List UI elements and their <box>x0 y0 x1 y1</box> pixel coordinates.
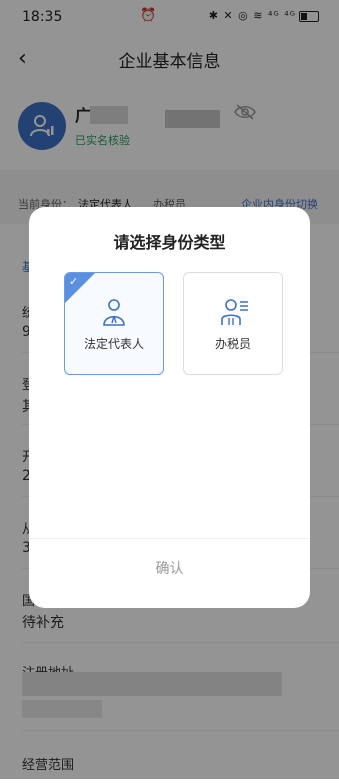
confirm-button[interactable]: 确认 <box>29 558 310 578</box>
option-legal-representative[interactable]: ✓ 法定代表人 <box>64 272 164 375</box>
screen: 18:35 ⏰ ✱ ✕ ◎ ≋ ⁴ᴳ ⁴ᴳ ‹ 企业基本信息 广西锦 已实名核验… <box>0 0 339 784</box>
option-label: 法定代表人 <box>83 337 144 351</box>
person-icon <box>103 299 125 326</box>
dialog-title: 请选择身份类型 <box>113 233 226 252</box>
option-label: 办税员 <box>214 337 251 351</box>
option-tax-officer[interactable]: 办税员 <box>183 272 283 375</box>
tax-officer-icon <box>221 299 248 325</box>
dialog-divider <box>29 538 310 539</box>
check-icon: ✓ <box>69 275 79 288</box>
identity-type-dialog: 请选择身份类型 ✓ 法定代表人 办税员 确认 <box>29 207 310 608</box>
